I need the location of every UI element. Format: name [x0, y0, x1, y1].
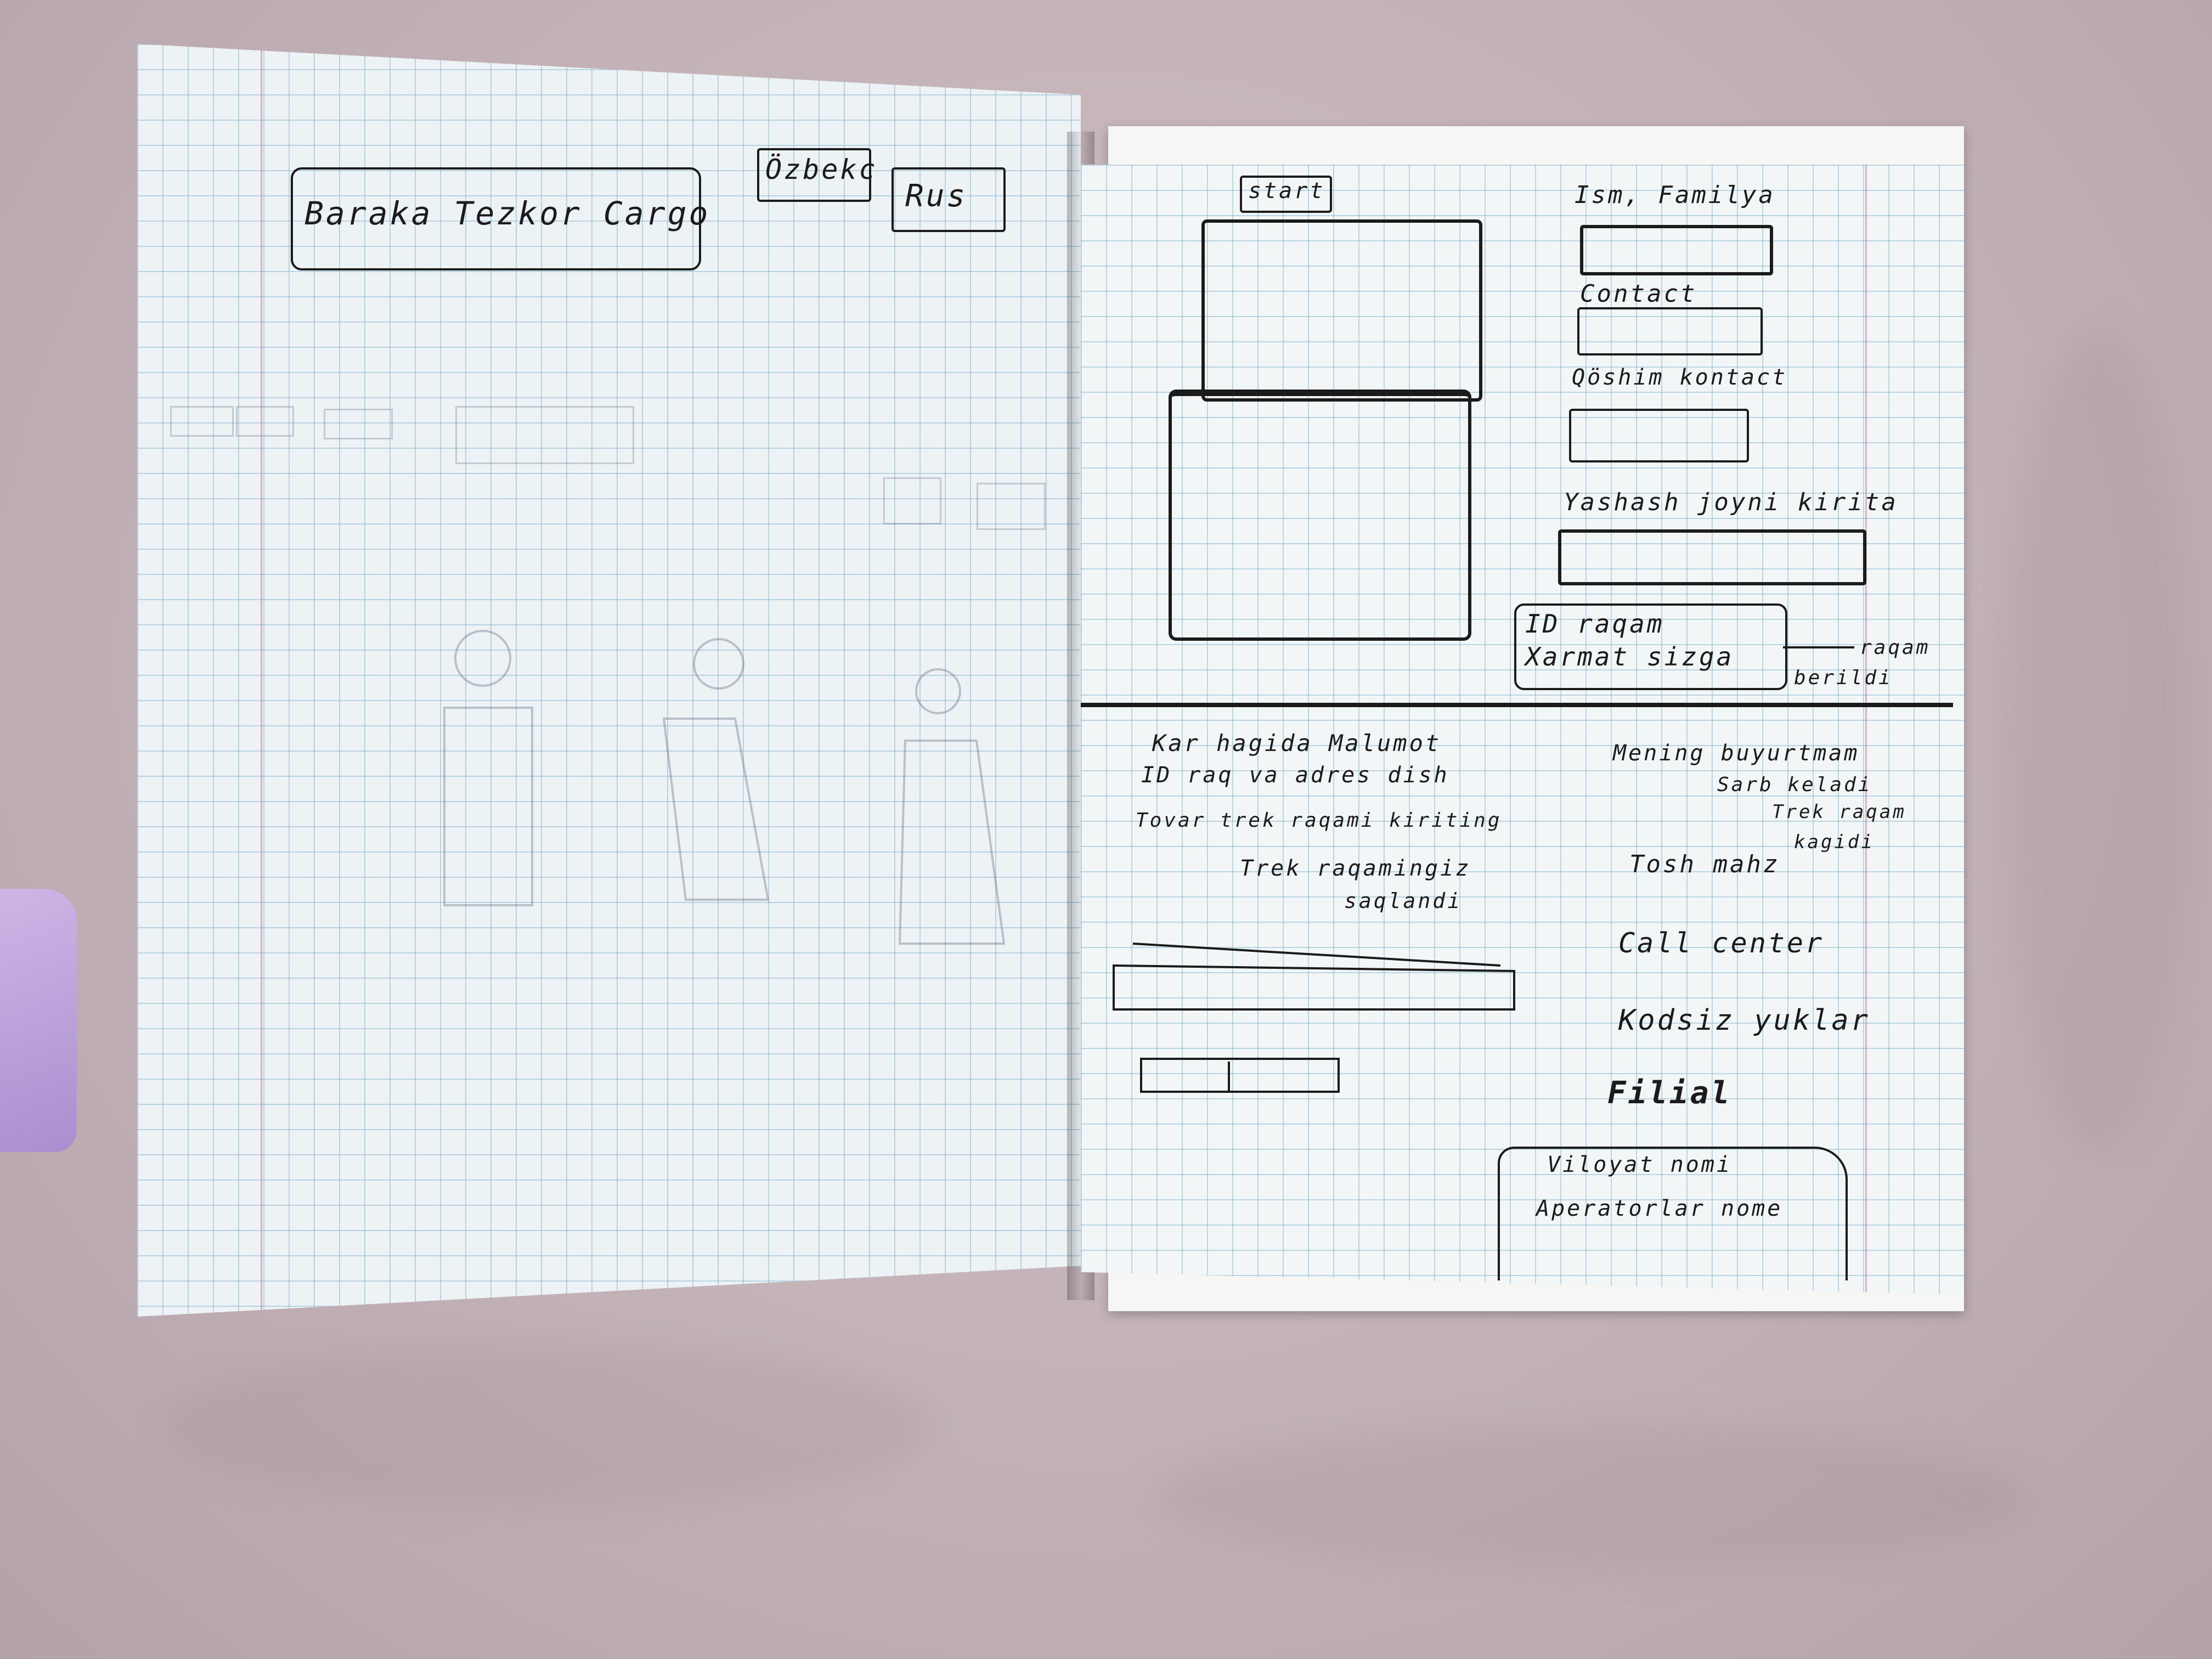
menu-my-orders-sub-3: kagidi	[1794, 831, 1875, 853]
info-line-2: ID raq va adres dish	[1141, 763, 1449, 788]
branch-operator-names: Aperatorlar nome	[1536, 1196, 1783, 1221]
info-line-1: Kar hagida Malumot	[1152, 730, 1442, 757]
menu-my-orders-sub-1: Sarb keladi	[1717, 774, 1872, 796]
faint-figure-sketches	[443, 630, 1006, 945]
left-page: Özbekc Rus Baraka Tezkor Cargo	[137, 44, 1081, 1317]
info-line-4: Trek raqamingiz	[1240, 856, 1471, 881]
branch-region-name: Viloyat nomi	[1547, 1152, 1732, 1177]
menu-unclaimed-cargo[interactable]: Kodsiz yuklar	[1618, 1004, 1870, 1037]
menu-call-center[interactable]: Call center	[1618, 927, 1824, 959]
fabric-fold	[165, 1344, 933, 1509]
purple-cloth	[0, 889, 77, 1152]
info-line-3: Tovar trek raqami kiriting	[1136, 809, 1502, 832]
info-line-5: saqlandi	[1344, 889, 1463, 913]
menu-my-orders-sub-2: Trek raqam	[1772, 801, 1906, 823]
menu-my-orders[interactable]: Mening buyurtmam	[1613, 741, 1859, 766]
fabric-fold	[1152, 1426, 2030, 1569]
fabric-fold	[2002, 329, 2194, 1152]
menu-tashkent[interactable]: Tosh mahz	[1629, 850, 1780, 878]
right-page: start Ism, Familya Contact Qöshim kontaс…	[1081, 165, 1964, 1295]
menu-branch[interactable]: Filial	[1607, 1075, 1731, 1111]
